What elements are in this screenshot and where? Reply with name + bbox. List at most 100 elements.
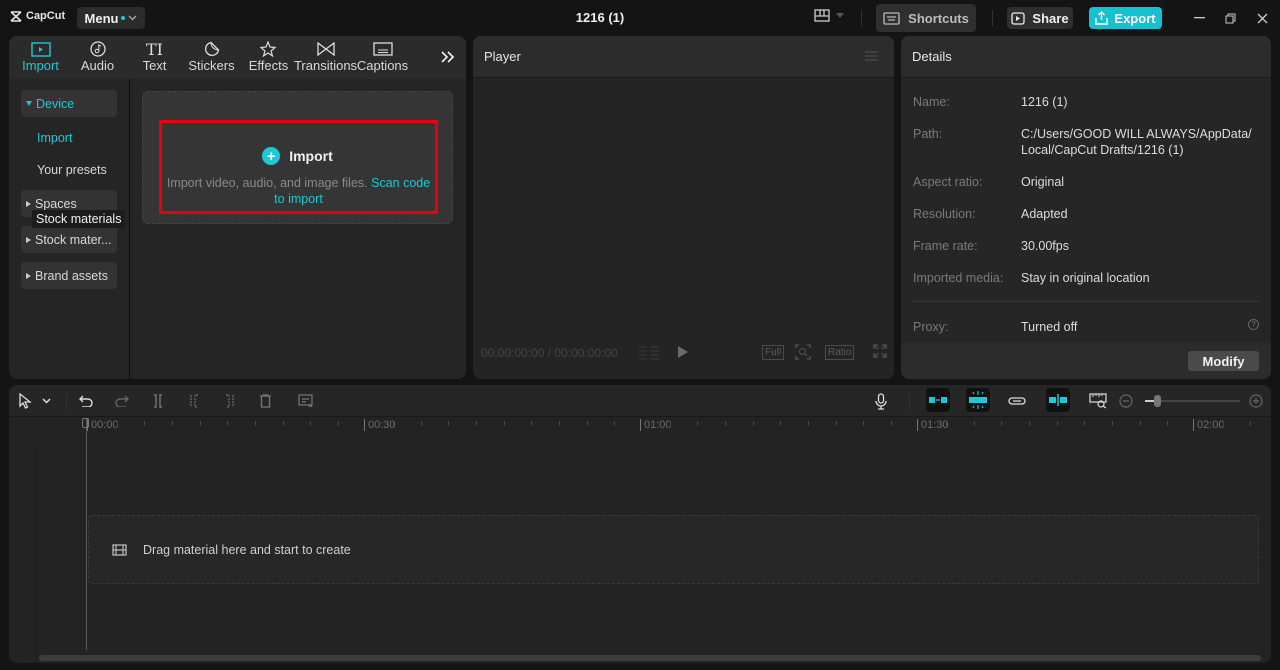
trash-icon	[260, 394, 271, 408]
close-button[interactable]	[1252, 8, 1272, 28]
playhead-handle[interactable]	[82, 418, 89, 428]
tab-stickers[interactable]: Stickers	[183, 36, 240, 79]
ruler-tick	[863, 421, 865, 426]
remove-clip-button[interactable]	[298, 392, 314, 410]
main-track-magnet-toggle[interactable]	[926, 388, 950, 412]
shortcuts-button[interactable]: Shortcuts	[876, 4, 976, 32]
split-left-icon	[190, 394, 198, 408]
close-icon	[1257, 13, 1267, 23]
sidebar-item-device[interactable]: Device	[21, 90, 117, 117]
caret-down-icon	[836, 13, 844, 18]
zoom-slider-handle[interactable]	[1153, 395, 1161, 407]
zoom-in-button[interactable]	[1249, 392, 1263, 410]
full-button[interactable]: Full	[762, 345, 785, 360]
ruler-tick	[531, 421, 533, 426]
chevron-down-icon	[42, 398, 51, 404]
sidebar-subitem-import[interactable]: Import	[37, 131, 72, 145]
delete-button[interactable]	[259, 392, 272, 410]
help-icon[interactable]: ?	[1248, 319, 1259, 330]
ruler-tick	[227, 421, 229, 426]
split-right-icon	[226, 394, 234, 408]
timeline-dropzone[interactable]: Drag material here and start to create	[88, 515, 1259, 584]
link-icon	[1008, 397, 1026, 405]
ruler-tick	[724, 421, 726, 426]
sidebar-subitem-presets[interactable]: Your presets	[37, 163, 107, 177]
tab-import[interactable]: Import	[12, 36, 69, 79]
layout-button[interactable]	[814, 9, 844, 22]
capcut-logo: CapCut	[10, 10, 65, 22]
grid-icon[interactable]	[638, 346, 660, 360]
ratio-button[interactable]: Ratio	[825, 345, 855, 360]
play-button[interactable]	[678, 346, 688, 358]
zoom-to-fit-button[interactable]	[1089, 392, 1108, 410]
captions-icon	[372, 42, 393, 56]
ruler-tick	[1084, 421, 1086, 426]
split-right-button[interactable]	[224, 392, 236, 410]
media-tabs: Import Audio TI Text Stickers Effects Tr…	[9, 36, 466, 79]
magnet-link-icon	[929, 397, 947, 403]
ruler-search-icon	[1089, 393, 1107, 409]
ruler-tick	[476, 421, 478, 426]
zoom-slider[interactable]	[1145, 395, 1240, 407]
split-button[interactable]	[152, 392, 164, 410]
select-tool-dropdown[interactable]	[42, 392, 51, 410]
ruler-tick	[116, 421, 118, 426]
split-left-button[interactable]	[188, 392, 200, 410]
transitions-icon	[316, 42, 335, 56]
export-button[interactable]: Export	[1089, 7, 1162, 29]
auto-snap-toggle[interactable]	[966, 388, 990, 412]
more-tabs-button[interactable]	[441, 50, 455, 68]
ruler-tick	[890, 421, 892, 426]
modify-button[interactable]: Modify	[1188, 351, 1259, 371]
import-dropzone[interactable]: + Import Import video, audio, and image …	[142, 91, 453, 224]
preview-axis-toggle[interactable]	[1046, 388, 1070, 412]
ruler-tick	[144, 421, 146, 426]
ruler-label: 01:30	[917, 419, 949, 431]
sidebar-item-brand-assets[interactable]: Brand assets	[21, 262, 117, 289]
player-header: Player	[473, 36, 894, 78]
timeline-toolbar	[9, 385, 1271, 417]
keyboard-icon	[883, 11, 900, 25]
redo-icon	[115, 395, 129, 407]
tab-captions[interactable]: Captions	[354, 36, 411, 79]
menu-button[interactable]: Menu	[77, 7, 145, 29]
divider	[861, 10, 862, 26]
share-button[interactable]: Share	[1007, 7, 1073, 29]
sidebar-item-stock-materials[interactable]: Stock mater...	[21, 226, 117, 253]
caret-right-icon	[26, 236, 31, 243]
share-video-icon	[1011, 11, 1026, 25]
zoom-fit-icon[interactable]	[795, 344, 811, 363]
zoom-in-icon	[1249, 394, 1263, 408]
link-toggle[interactable]	[1008, 392, 1026, 410]
divider	[992, 10, 993, 26]
caret-down-icon	[26, 101, 32, 106]
fullscreen-icon[interactable]	[873, 344, 887, 361]
ruler-tick	[1029, 421, 1031, 426]
microphone-button[interactable]	[875, 392, 887, 410]
text-icon: TI	[146, 39, 163, 59]
dropzone-text: Drag material here and start to create	[143, 543, 351, 557]
details-header: Details	[901, 36, 1271, 78]
project-title: 1216 (1)	[575, 10, 625, 25]
split-axis-icon	[1049, 394, 1067, 406]
playhead[interactable]	[86, 418, 87, 650]
horizontal-scrollbar[interactable]	[39, 655, 1261, 661]
ruler-tick	[1112, 421, 1114, 426]
import-button[interactable]: + Import	[143, 147, 452, 165]
timeline-ruler[interactable]: 00:00 00:30 01:00 01:30 02:00	[9, 418, 1271, 436]
undo-button[interactable]	[79, 392, 93, 410]
tab-transitions[interactable]: Transitions	[294, 36, 357, 79]
tab-text[interactable]: TI Text	[126, 36, 183, 79]
hamburger-menu-icon[interactable]	[865, 51, 878, 61]
tab-audio[interactable]: Audio	[69, 36, 126, 79]
zoom-out-icon	[1119, 394, 1133, 408]
select-tool-button[interactable]	[18, 392, 32, 410]
tab-effects[interactable]: Effects	[240, 36, 297, 79]
restore-icon	[1225, 13, 1235, 23]
ruler-tick	[1056, 421, 1058, 426]
redo-button[interactable]	[115, 392, 129, 410]
restore-button[interactable]	[1220, 8, 1240, 28]
minimize-button[interactable]	[1189, 8, 1209, 28]
zoom-out-button[interactable]	[1119, 392, 1133, 410]
export-label: Export	[1114, 10, 1156, 26]
